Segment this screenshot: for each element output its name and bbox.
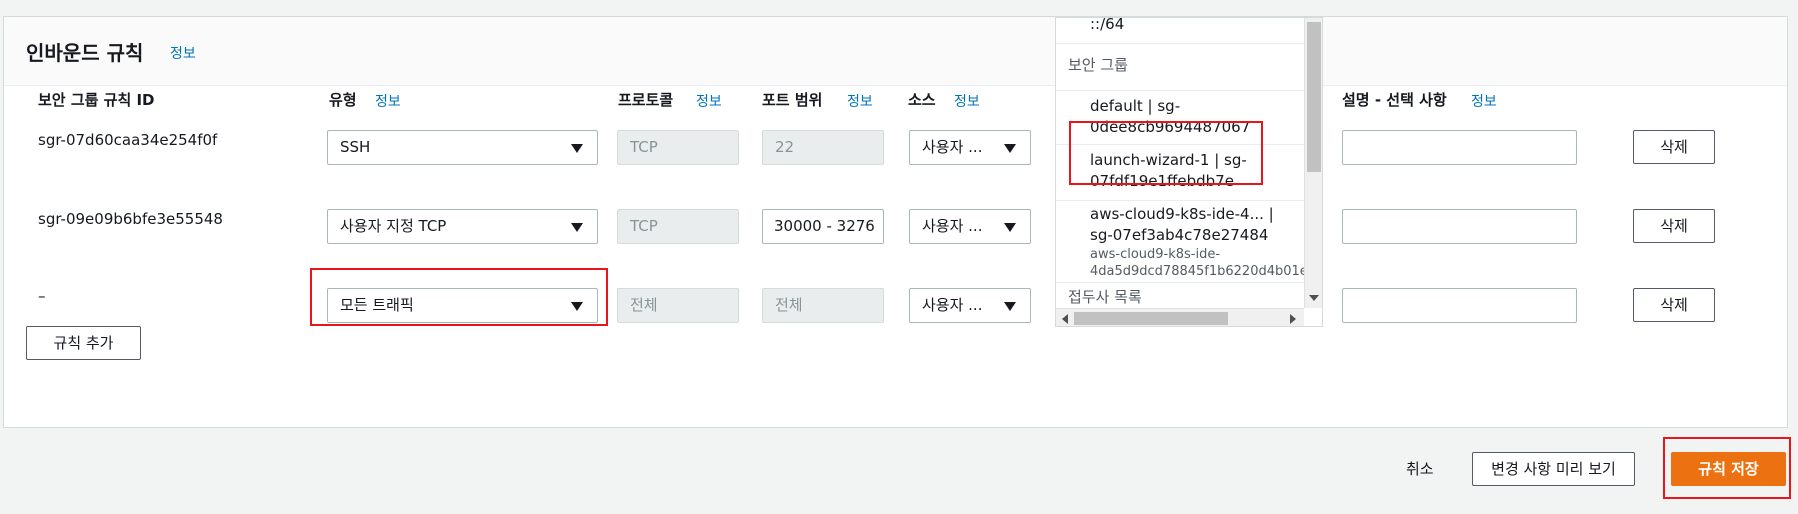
preview-changes-button[interactable]: 변경 사항 미리 보기 bbox=[1472, 452, 1635, 486]
protocol-field: TCP bbox=[617, 130, 739, 165]
delete-rule-button[interactable]: 삭제 bbox=[1633, 209, 1715, 243]
section-info-link[interactable]: 정보 bbox=[170, 43, 196, 63]
divider bbox=[1056, 90, 1304, 91]
dropdown-option-cloud9[interactable]: aws-cloud9-k8s-ide-4... | sg-07ef3ab4c78… bbox=[1090, 204, 1315, 280]
chevron-down-icon bbox=[1004, 144, 1016, 153]
option-sub-line: aws-cloud9-k8s-ide- bbox=[1090, 247, 1221, 262]
add-rule-button[interactable]: 규칙 추가 bbox=[26, 326, 141, 360]
rule-id: sgr-09e09b6bfe3e55548 bbox=[38, 210, 223, 228]
scroll-right-icon[interactable] bbox=[1290, 314, 1296, 324]
highlight-box bbox=[1069, 121, 1263, 185]
option-line: aws-cloud9-k8s-ide-4... | bbox=[1090, 205, 1274, 223]
port-range-input[interactable]: 30000 - 3276 bbox=[762, 209, 884, 244]
vertical-scrollbar[interactable] bbox=[1304, 18, 1322, 308]
scrollbar-thumb[interactable] bbox=[1307, 22, 1321, 172]
description-input[interactable] bbox=[1342, 130, 1577, 165]
highlight-box bbox=[1663, 437, 1791, 499]
col-description: 설명 - 선택 사항 bbox=[1342, 91, 1447, 109]
col-type: 유형 bbox=[329, 91, 357, 109]
chevron-down-icon bbox=[1004, 223, 1016, 232]
col-protocol: 프로토콜 bbox=[618, 91, 674, 109]
chevron-down-icon bbox=[571, 223, 583, 232]
scroll-down-icon[interactable] bbox=[1309, 295, 1319, 301]
col-rule-id: 보안 그룹 규칙 ID bbox=[38, 91, 155, 109]
dropdown-option[interactable]: ::/64 bbox=[1090, 18, 1124, 35]
source-select[interactable]: 사용자 ... bbox=[909, 209, 1031, 244]
source-select-value: 사용자 ... bbox=[922, 138, 983, 156]
delete-rule-button[interactable]: 삭제 bbox=[1633, 288, 1715, 322]
col-description-info-link[interactable]: 정보 bbox=[1471, 91, 1497, 111]
source-select[interactable]: 사용자 ... bbox=[909, 288, 1031, 323]
section-title: 인바운드 규칙 bbox=[26, 41, 144, 65]
source-select-value: 사용자 ... bbox=[922, 217, 983, 235]
delete-rule-button[interactable]: 삭제 bbox=[1633, 130, 1715, 164]
col-protocol-info-link[interactable]: 정보 bbox=[696, 91, 722, 111]
type-select-value: 사용자 지정 TCP bbox=[340, 217, 447, 235]
chevron-down-icon bbox=[1004, 302, 1016, 311]
horizontal-scrollbar[interactable] bbox=[1056, 308, 1304, 326]
col-port-info-link[interactable]: 정보 bbox=[847, 91, 873, 111]
scrollbar-thumb[interactable] bbox=[1074, 312, 1228, 325]
dropdown-group-label-cut: 접두사 목록 bbox=[1068, 288, 1142, 306]
port-range-field: 22 bbox=[762, 130, 884, 165]
divider bbox=[1056, 43, 1304, 44]
source-select-value: 사용자 ... bbox=[922, 296, 983, 314]
protocol-field: TCP bbox=[617, 209, 739, 244]
panel-header: 인바운드 규칙 정보 bbox=[4, 17, 1787, 86]
protocol-field: 전체 bbox=[617, 288, 739, 323]
highlight-box bbox=[310, 268, 608, 326]
divider bbox=[1056, 282, 1304, 283]
port-range-field: 전체 bbox=[762, 288, 884, 323]
scroll-left-icon[interactable] bbox=[1062, 314, 1068, 324]
description-input[interactable] bbox=[1342, 209, 1577, 244]
col-source-info-link[interactable]: 정보 bbox=[954, 91, 980, 111]
rule-id: – bbox=[38, 287, 46, 305]
type-select[interactable]: 사용자 지정 TCP bbox=[327, 209, 598, 244]
source-select[interactable]: 사용자 ... bbox=[909, 130, 1031, 165]
type-select-value: SSH bbox=[340, 138, 371, 156]
divider bbox=[1056, 200, 1304, 201]
col-type-info-link[interactable]: 정보 bbox=[375, 91, 401, 111]
type-select[interactable]: SSH bbox=[327, 130, 598, 165]
dropdown-group-label: 보안 그룹 bbox=[1068, 56, 1128, 74]
col-port-range: 포트 범위 bbox=[762, 91, 823, 109]
col-source: 소스 bbox=[908, 91, 936, 109]
description-input[interactable] bbox=[1342, 288, 1577, 323]
option-sub-line: 4da5d9dcd78845f1b6220d4b01ec bbox=[1090, 264, 1315, 279]
inbound-rules-panel: 인바운드 규칙 정보 보안 그룹 규칙 ID 유형 정보 프로토콜 정보 포트 … bbox=[3, 16, 1788, 428]
option-line: sg-07ef3ab4c78e27484 bbox=[1090, 226, 1269, 244]
rule-id: sgr-07d60caa34e254f0f bbox=[38, 131, 218, 149]
chevron-down-icon bbox=[571, 144, 583, 153]
option-line: default | sg- bbox=[1090, 97, 1181, 115]
cancel-button[interactable]: 취소 bbox=[1406, 458, 1434, 479]
